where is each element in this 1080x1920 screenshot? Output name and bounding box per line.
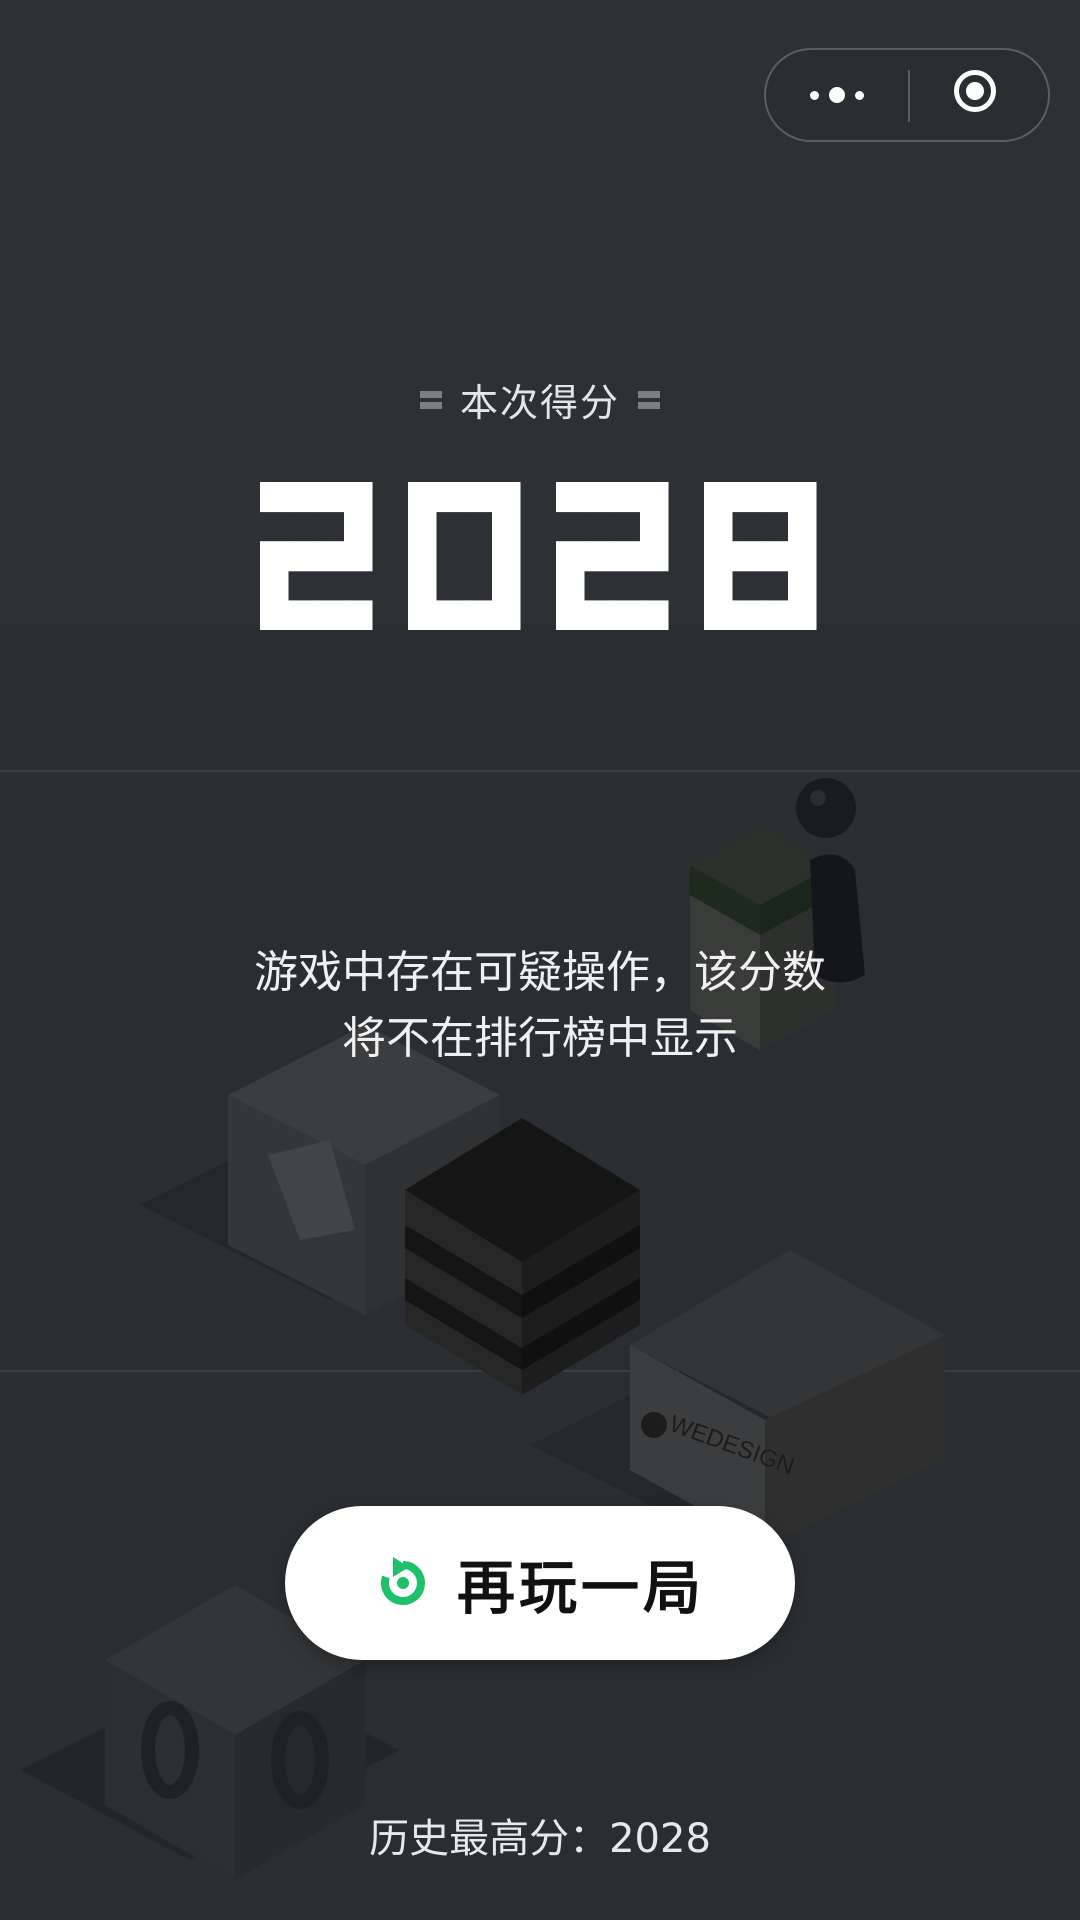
score-digit-pixel	[732, 482, 761, 513]
score-digit-pixel	[788, 600, 817, 630]
score-digit-pixel	[640, 541, 669, 572]
replay-button-label: 再玩一局	[456, 1554, 705, 1622]
more-button[interactable]	[766, 50, 908, 140]
score-digit-pixel	[492, 511, 521, 542]
score-digit-pixel	[436, 600, 465, 630]
warning-line-2: 将不在排行榜中显示	[342, 1013, 738, 1064]
more-dots-icon-right	[855, 91, 864, 100]
score-digit-pixel	[556, 570, 585, 601]
score-digit-pixel	[760, 600, 789, 630]
score-digit-pixel	[556, 600, 585, 630]
score-digit-pixel	[640, 511, 669, 542]
score-digit-pixel	[408, 570, 437, 601]
score-digit-pixel	[260, 570, 289, 601]
score-digit-pixel	[492, 600, 521, 630]
score-digit-pixel	[492, 570, 521, 601]
score-digit-pixel	[344, 482, 373, 513]
score-digit-pixel	[344, 541, 373, 572]
score-label: 本次得分	[459, 381, 620, 425]
warning-line-1: 游戏中存在可疑操作，该分数	[254, 947, 826, 998]
score-digit-pixel	[436, 482, 465, 513]
refresh-icon	[380, 1557, 425, 1605]
score-digit-pixel	[732, 541, 761, 572]
score-digit-pixel	[556, 482, 585, 513]
score-digit-pixel	[788, 482, 817, 513]
score-digit-pixel	[640, 482, 669, 513]
more-dots-icon	[810, 91, 819, 100]
score-label-row: 本次得分	[0, 372, 1080, 427]
score-digit-pixel	[584, 541, 613, 572]
score-digit-pixel	[612, 482, 641, 513]
score-digit-pixel	[704, 600, 733, 630]
score-digit-pixel	[584, 600, 613, 630]
score-digit	[704, 482, 817, 630]
score-digit-pixel	[760, 482, 789, 513]
score-digit-pixel	[732, 600, 761, 630]
score-digit-pixel	[408, 541, 437, 572]
score-digit	[260, 482, 373, 630]
score-digit-pixel	[288, 600, 317, 630]
score-digit-pixel	[260, 482, 289, 513]
score-digit-pixel	[288, 541, 317, 572]
score-digit-pixel	[760, 541, 789, 572]
score-digit-pixel	[584, 482, 613, 513]
score-digit-pixel	[464, 482, 493, 513]
suspicious-warning: 游戏中存在可疑操作，该分数 将不在排行榜中显示	[190, 940, 890, 1072]
score-digit-pixel	[260, 541, 289, 572]
score-digit-pixel	[704, 482, 733, 513]
score-digit-pixel	[288, 482, 317, 513]
score-digits-graphic	[260, 482, 817, 630]
score-digit-pixel	[704, 570, 733, 601]
score-digit-pixel	[260, 600, 289, 630]
score-digit-pixel	[408, 511, 437, 542]
score-digit-pixel	[464, 600, 493, 630]
close-button[interactable]	[910, 50, 1050, 140]
target-close-icon-core	[966, 82, 984, 100]
score-digit-pixel	[704, 511, 733, 542]
score-digit-pixel	[492, 482, 521, 513]
score-digit-pixel	[640, 600, 669, 630]
score-digit-pixel	[492, 541, 521, 572]
equals-decoration-icon	[638, 389, 660, 411]
score-digit-pixel	[408, 600, 437, 630]
score-digit-pixel	[788, 570, 817, 601]
score-digit-pixel	[344, 600, 373, 630]
history-high-score: 历史最高分：2028	[369, 1816, 711, 1862]
score-digit-pixel	[612, 600, 641, 630]
score-digit	[556, 482, 669, 630]
score-digit-pixel	[788, 541, 817, 572]
score-digit-pixel	[316, 541, 345, 572]
score-digit-pixel	[556, 541, 585, 572]
more-dots-icon-center	[829, 87, 845, 103]
score-digit-pixel	[612, 541, 641, 572]
score-digit-pixel	[408, 482, 437, 513]
game-over-screen: WEDESIGN 本次得分 游戏中存在可疑操作，该分数 将不在排行榜中显示 再玩…	[0, 0, 1080, 1920]
score-value	[260, 482, 820, 630]
equals-decoration-icon	[419, 389, 442, 411]
score-digit-pixel	[788, 511, 817, 542]
score-digit-pixel	[316, 482, 345, 513]
score-digit	[408, 482, 521, 630]
score-digit-pixel	[704, 541, 733, 572]
replay-button[interactable]: 再玩一局	[285, 1506, 795, 1660]
mini-program-capsule	[764, 48, 1050, 142]
score-digit-pixel	[344, 511, 373, 542]
score-digit-pixel	[316, 600, 345, 630]
